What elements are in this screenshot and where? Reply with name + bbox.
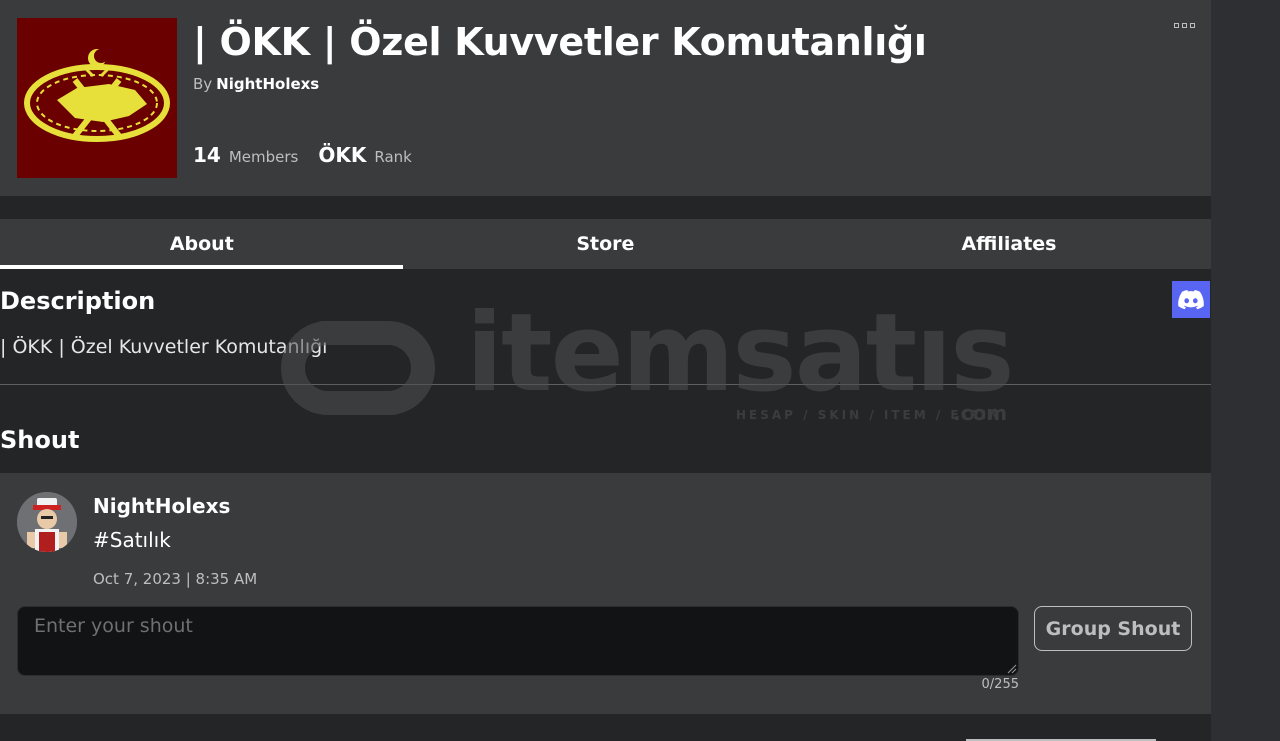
military-emblem-icon (17, 18, 177, 178)
members-label: Members (228, 148, 299, 166)
group-title: | ÖKK | Özel Kuvvetler Komutanlığı (193, 20, 927, 64)
more-options-icon[interactable] (1172, 18, 1196, 32)
description-heading: Description (0, 287, 156, 315)
watermark-brand: itemsatıs (466, 291, 1015, 416)
discord-icon[interactable] (1172, 281, 1210, 318)
watermark-suffix: .com (953, 401, 1008, 425)
tab-store[interactable]: Store (404, 219, 808, 269)
shout-heading: Shout (0, 426, 80, 454)
resize-grip-icon[interactable] (1007, 664, 1017, 674)
shout-timestamp: Oct 7, 2023 | 8:35 AM (93, 570, 258, 588)
right-gutter (1211, 0, 1280, 741)
avatar[interactable] (17, 492, 77, 552)
rank-label: Rank (374, 148, 412, 166)
watermark: itemsatıs HESAP / SKIN / ITEM / E-PIN .c… (268, 291, 1028, 433)
group-stats: 14 Members ÖKK Rank (193, 143, 432, 167)
watermark-tagline: HESAP / SKIN / ITEM / E-PIN (736, 408, 1002, 422)
members-count: 14 (193, 143, 221, 167)
group-shout-button[interactable]: Group Shout (1034, 606, 1192, 651)
shout-poster-name[interactable]: NightHolexs (93, 494, 230, 518)
shout-input[interactable] (17, 606, 1019, 676)
owner-link[interactable]: NightHolexs (216, 75, 319, 93)
rank-value: ÖKK (318, 143, 367, 167)
byline: By NightHolexs (193, 75, 319, 93)
shout-panel: NightHolexs #Satılık Oct 7, 2023 | 8:35 … (0, 473, 1211, 714)
watermark-logo-icon (281, 321, 435, 415)
description-text: | ÖKK | Özel Kuvvetler Komutanlığı (0, 336, 328, 358)
group-header: | ÖKK | Özel Kuvvetler Komutanlığı By Nig… (0, 0, 1211, 196)
tab-about[interactable]: About (0, 219, 404, 269)
group-tabs: About Store Affiliates (0, 219, 1211, 269)
tab-affiliates[interactable]: Affiliates (807, 219, 1211, 269)
shout-message: #Satılık (93, 528, 171, 552)
shout-char-count: 0/255 (981, 677, 1019, 692)
section-divider (0, 384, 1211, 385)
byline-prefix: By (193, 75, 213, 93)
